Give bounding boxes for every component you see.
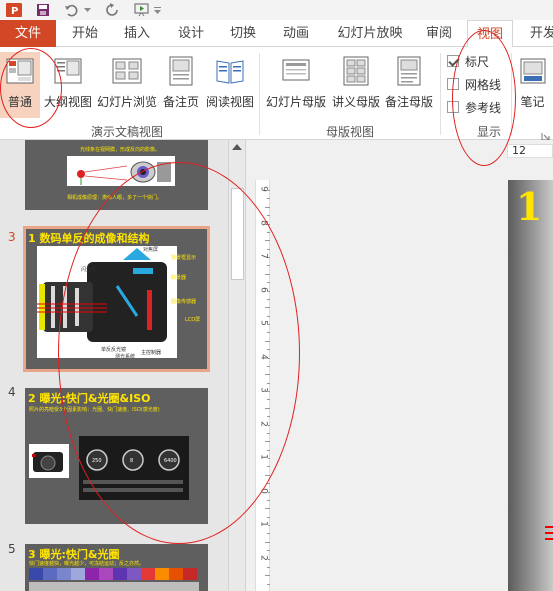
- group-separator: [259, 53, 260, 135]
- slide-number: 3: [8, 230, 16, 244]
- slide-master-icon: [281, 56, 311, 89]
- presentation-views-group-label: 演示文稿视图: [90, 125, 163, 139]
- slide-sorter-label: 幻灯片浏览: [96, 95, 157, 109]
- ruler-tick: [267, 533, 270, 535]
- tab-animations[interactable]: 动画: [275, 20, 317, 47]
- tab-file[interactable]: 文件: [0, 20, 56, 47]
- ruler-tick: [267, 499, 270, 501]
- slide-master-button[interactable]: 幻灯片母版: [264, 52, 328, 118]
- slide-thumbnail[interactable]: 3 曝光:快门&光圈 快门速度越快，曝光越少，可冻结运动；反之亦然。: [25, 544, 208, 591]
- notes-master-label: 备注母版: [384, 95, 433, 109]
- tab-design[interactable]: 设计: [170, 20, 212, 47]
- notes-master-button[interactable]: 备注母版: [382, 52, 436, 118]
- title-bar: P: [0, 0, 553, 20]
- shutter-speed-scale: [29, 568, 197, 580]
- ruler-tick: [265, 508, 270, 510]
- tab-transitions[interactable]: 切换: [222, 20, 264, 47]
- ruler-number: 9: [258, 186, 269, 192]
- powerpoint-window: P 文件 开始 插入 设计 切换 动画 幻灯片放映 审阅 视图 开发 普通 大纲…: [0, 0, 553, 591]
- red-mark: [545, 532, 553, 534]
- horizontal-ruler[interactable]: 12: [507, 144, 553, 158]
- handout-master-icon: [343, 56, 369, 89]
- annotation-circle-ruler-checkbox: [452, 30, 516, 166]
- undo-dropdown-icon[interactable]: [82, 1, 92, 19]
- handout-master-label: 讲义母版: [331, 95, 380, 109]
- slide-number: 4: [8, 385, 16, 399]
- slide-text: 快门速度越快，曝光越少，可冻结运动；反之亦然。: [29, 561, 145, 567]
- reading-view-label: 阅读视图: [205, 95, 254, 109]
- annotation-circle-ruler: [58, 162, 300, 544]
- reading-view-icon: [215, 56, 245, 89]
- notes-page-label: 备注页: [162, 95, 199, 109]
- tab-developer[interactable]: 开发: [523, 20, 553, 47]
- slide-big-number: 1: [516, 184, 543, 229]
- ruler-tick: [265, 575, 270, 577]
- master-views-group-label: 母版视图: [325, 125, 374, 139]
- slide-sorter-icon: [112, 56, 142, 89]
- tab-review[interactable]: 审阅: [418, 20, 460, 47]
- svg-text:P: P: [11, 6, 18, 17]
- redo-icon[interactable]: [103, 1, 121, 19]
- customize-toolbar-icon[interactable]: [152, 1, 162, 19]
- notes-master-icon: [397, 56, 421, 89]
- slide-edit-area[interactable]: 1: [508, 180, 553, 591]
- ruler-number: 1: [258, 521, 269, 527]
- save-icon[interactable]: [34, 1, 52, 19]
- tab-home[interactable]: 开始: [64, 20, 106, 47]
- ruler-tick: [267, 566, 270, 568]
- red-mark: [545, 538, 553, 540]
- undo-icon[interactable]: [62, 1, 80, 19]
- ruler-tick: [267, 583, 270, 585]
- slide-text: 光线条在视网膜，形成反向的影像。: [80, 147, 161, 153]
- camera-body-image: [29, 444, 69, 478]
- ruler-tick: [267, 198, 270, 200]
- slide-number: 5: [8, 542, 16, 556]
- notes-page-button[interactable]: 备注页: [160, 52, 202, 118]
- photo-strip: [29, 582, 199, 591]
- slide-sorter-button[interactable]: 幻灯片浏览: [96, 52, 158, 118]
- ruler-tick: [265, 541, 270, 543]
- powerpoint-logo-icon: P: [4, 1, 24, 19]
- start-slideshow-icon[interactable]: [132, 1, 152, 19]
- ruler-number: 2: [258, 554, 269, 561]
- group-separator: [440, 53, 441, 135]
- handout-master-button[interactable]: 讲义母版: [330, 52, 382, 118]
- tab-slideshow[interactable]: 幻灯片放映: [332, 20, 408, 47]
- notes-page-icon: [169, 56, 193, 89]
- reading-view-button[interactable]: 阅读视图: [204, 52, 256, 118]
- scroll-up-icon[interactable]: [232, 144, 242, 150]
- annotation-circle-normal-view: [0, 48, 62, 128]
- red-mark: [545, 526, 553, 528]
- slide-master-label: 幻灯片母版: [265, 95, 326, 109]
- notes-button[interactable]: 笔记: [512, 52, 553, 118]
- tab-insert[interactable]: 插入: [116, 20, 158, 47]
- notes-icon: [520, 56, 546, 89]
- ruler-tick: [265, 206, 270, 208]
- notes-label: 笔记: [520, 95, 545, 109]
